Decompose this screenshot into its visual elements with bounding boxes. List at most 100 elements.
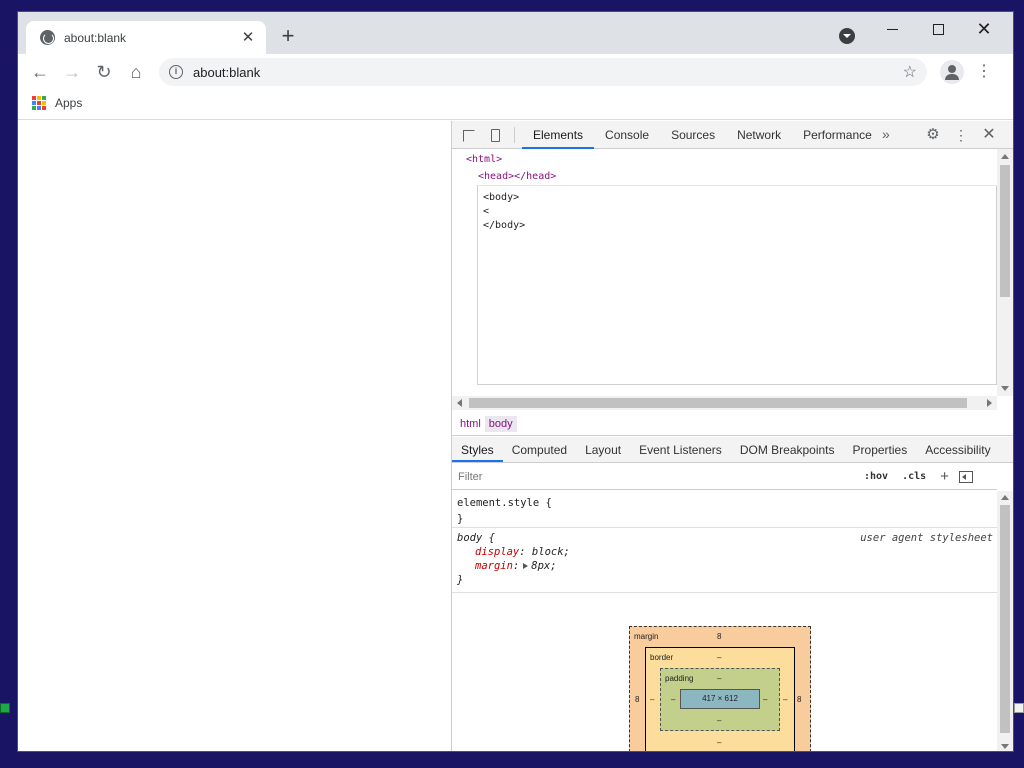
margin-label: margin — [634, 632, 659, 641]
cls-button[interactable]: .cls — [902, 471, 926, 482]
tab-accessibility[interactable]: Accessibility — [916, 437, 999, 462]
body-rule-close: } — [457, 574, 464, 586]
apps-icon — [32, 96, 46, 110]
devtools-menu-icon[interactable]: ⋮ — [952, 126, 970, 144]
border-bottom-value[interactable]: – — [717, 738, 721, 747]
url-text[interactable]: about:blank — [193, 65, 903, 80]
scroll-left-icon[interactable] — [457, 399, 462, 407]
scroll-thumb[interactable] — [1000, 505, 1010, 733]
style-property-margin[interactable]: margin: 8px; — [457, 559, 997, 573]
dom-vertical-scrollbar[interactable] — [997, 149, 1013, 396]
padding-label: padding — [665, 674, 694, 683]
box-model-padding[interactable]: padding – – – – 417 × 612 — [660, 668, 780, 731]
browser-toolbar: ← → ↻ ⌂ i about:blank ☆ ⋮ — [18, 54, 1013, 90]
devtools-close-icon[interactable]: ✕ — [980, 126, 998, 144]
info-icon[interactable]: i — [169, 65, 183, 79]
dom-head-node[interactable]: <head></head> — [478, 171, 556, 182]
tab-elements[interactable]: Elements — [522, 121, 595, 149]
devtools-panel: Elements Console Sources Network Perform… — [452, 121, 1013, 751]
tab-styles[interactable]: Styles — [452, 437, 503, 462]
scroll-thumb[interactable] — [469, 398, 967, 408]
element-style-close: } — [457, 513, 464, 525]
tab-layout[interactable]: Layout — [576, 437, 630, 462]
dom-html-node[interactable]: <html> — [466, 154, 502, 165]
menu-icon[interactable]: ⋮ — [974, 60, 994, 84]
styles-filter-input[interactable] — [458, 466, 850, 487]
box-model-margin[interactable]: margin 8 8 8 – border – – – – padding – — [629, 626, 811, 751]
padding-bottom-value[interactable]: – — [717, 716, 721, 725]
tab-event-listeners[interactable]: Event Listeners — [630, 437, 731, 462]
body-style-rule: body { user agent stylesheet display: bl… — [452, 529, 997, 593]
padding-left-value[interactable]: – — [671, 695, 675, 704]
scroll-down-icon[interactable] — [1001, 744, 1009, 749]
scroll-up-icon[interactable] — [1001, 154, 1009, 159]
new-style-rule-icon[interactable]: + — [940, 468, 949, 485]
desktop-marker-left — [0, 703, 10, 713]
profile-icon[interactable] — [940, 60, 964, 84]
more-tabs-icon[interactable]: » — [882, 121, 898, 147]
dom-horizontal-scrollbar[interactable] — [452, 396, 997, 410]
forward-icon[interactable]: → — [60, 60, 84, 84]
styles-filter-bar: :hov .cls + — [452, 464, 997, 490]
scroll-up-icon[interactable] — [1001, 495, 1009, 500]
window-close-button[interactable]: ✕ — [961, 16, 1007, 44]
property-name: margin — [475, 560, 513, 572]
element-style-rule[interactable]: element.style { } — [452, 491, 997, 528]
hov-button[interactable]: :hov — [864, 471, 888, 482]
padding-top-value[interactable]: – — [717, 674, 721, 683]
bookmarks-bar: Apps — [18, 90, 1013, 120]
star-icon[interactable]: ☆ — [903, 62, 917, 82]
tab-console[interactable]: Console — [594, 121, 660, 149]
close-tab-icon[interactable]: ✕ — [238, 28, 258, 48]
device-toolbar-icon[interactable] — [486, 126, 504, 144]
property-value: 8px; — [531, 560, 557, 572]
inspect-icon[interactable] — [460, 126, 478, 144]
desktop-marker-right — [1014, 703, 1024, 713]
tab-properties[interactable]: Properties — [844, 437, 917, 462]
apps-label: Apps — [55, 96, 83, 110]
tab-computed[interactable]: Computed — [503, 437, 576, 462]
address-bar[interactable]: i about:blank ☆ — [159, 58, 927, 86]
browser-window: about:blank ✕ + ✕ ← → ↻ ⌂ i about:blank … — [17, 11, 1014, 752]
margin-left-value[interactable]: 8 — [635, 695, 639, 704]
maximize-button[interactable] — [915, 16, 961, 44]
minimize-button[interactable] — [869, 16, 915, 44]
style-property-display[interactable]: display: block; — [457, 545, 997, 559]
border-right-value[interactable]: – — [783, 695, 787, 704]
gear-icon[interactable]: ⚙ — [924, 126, 942, 144]
browser-tab[interactable]: about:blank ✕ — [26, 21, 266, 54]
scroll-thumb[interactable] — [1000, 165, 1010, 297]
edit-as-html-editor[interactable]: <body> < </body> — [477, 185, 997, 385]
breadcrumb-html[interactable]: html — [456, 416, 485, 432]
scroll-down-icon[interactable] — [1001, 386, 1009, 391]
expand-triangle-icon[interactable] — [523, 563, 529, 569]
margin-right-value[interactable]: 8 — [797, 695, 801, 704]
styles-pane: element.style { } body { user agent styl… — [452, 491, 997, 751]
border-top-value[interactable]: – — [717, 653, 721, 662]
reload-icon[interactable]: ↻ — [92, 60, 116, 84]
margin-top-value[interactable]: 8 — [717, 632, 721, 641]
tab-search-icon[interactable] — [839, 28, 855, 44]
devtools-tabs: Elements Console Sources Network Perform… — [522, 121, 883, 149]
scroll-right-icon[interactable] — [987, 399, 992, 407]
box-model-content[interactable]: 417 × 612 — [680, 689, 760, 709]
styles-vertical-scrollbar[interactable] — [997, 491, 1013, 751]
tab-performance[interactable]: Performance — [792, 121, 883, 149]
tab-dom-breakpoints[interactable]: DOM Breakpoints — [731, 437, 844, 462]
breadcrumb-body[interactable]: body — [484, 415, 517, 432]
element-style-selector: element.style { — [457, 497, 552, 509]
border-left-value[interactable]: – — [650, 695, 654, 704]
back-icon[interactable]: ← — [28, 60, 52, 84]
property-value: block; — [531, 546, 570, 558]
tab-sources[interactable]: Sources — [660, 121, 726, 149]
home-icon[interactable]: ⌂ — [124, 60, 148, 84]
styles-subtabs: Styles Computed Layout Event Listeners D… — [452, 437, 1013, 463]
toggle-sidebar-icon[interactable] — [958, 470, 973, 483]
apps-bookmark[interactable]: Apps — [32, 96, 82, 110]
page-viewport[interactable] — [18, 121, 452, 751]
box-model-border[interactable]: border – – – – padding – – – – 417 × 612 — [645, 647, 795, 751]
padding-right-value[interactable]: – — [763, 695, 767, 704]
new-tab-button[interactable]: + — [276, 25, 300, 49]
devtools-tab-bar: Elements Console Sources Network Perform… — [452, 121, 1013, 149]
tab-network[interactable]: Network — [726, 121, 792, 149]
